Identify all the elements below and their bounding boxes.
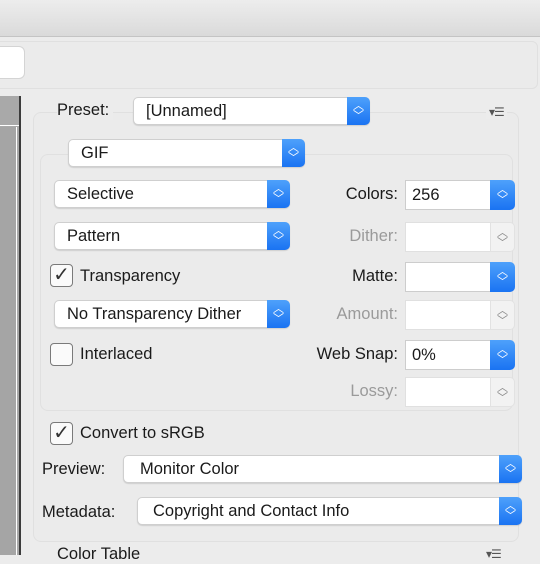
color-table-menu-icon[interactable]: ▾☰ bbox=[486, 547, 502, 561]
matte-stepper-icon[interactable]: ︿ ﹀ bbox=[490, 262, 515, 292]
convert-srgb-label: Convert to sRGB bbox=[80, 424, 205, 442]
title-bar bbox=[0, 0, 540, 37]
stepper-icon: ︿ ﹀ bbox=[267, 180, 290, 208]
metadata-dropdown[interactable]: Copyright and Contact Info ︿ ﹀ bbox=[137, 497, 522, 525]
preset-label: Preset: bbox=[57, 101, 114, 120]
lossy-stepper-icon: ︿ ﹀ bbox=[490, 377, 515, 407]
preview-dropdown[interactable]: Monitor Color ︿ ﹀ bbox=[123, 455, 522, 483]
dither-algorithm-dropdown[interactable]: Pattern ︿ ﹀ bbox=[54, 222, 290, 250]
top-panel bbox=[0, 41, 538, 89]
preset-value: [Unnamed] bbox=[146, 102, 227, 120]
preview-label: Preview: bbox=[42, 460, 106, 478]
stepper-icon: ︿ ﹀ bbox=[347, 97, 370, 125]
amount-label: Amount: bbox=[336, 305, 398, 323]
amount-field bbox=[405, 300, 491, 330]
dither-algorithm-value: Pattern bbox=[67, 227, 121, 245]
preset-dropdown[interactable]: [Unnamed] ︿ ﹀ bbox=[133, 97, 370, 125]
transparency-dither-value: No Transparency Dither bbox=[67, 305, 242, 323]
colors-field[interactable]: 256 bbox=[405, 180, 491, 210]
dither-stepper-icon: ︿ ﹀ bbox=[490, 222, 515, 252]
metadata-label: Metadata: bbox=[42, 503, 116, 521]
lossy-field bbox=[405, 377, 491, 407]
colors-stepper-icon[interactable]: ︿ ﹀ bbox=[490, 180, 515, 210]
stepper-icon: ︿ ﹀ bbox=[282, 139, 305, 167]
interlaced-checkbox[interactable] bbox=[50, 343, 73, 366]
stepper-icon: ︿ ﹀ bbox=[499, 497, 522, 525]
matte-label: Matte: bbox=[352, 267, 398, 285]
stepper-icon: ︿ ﹀ bbox=[499, 455, 522, 483]
stepper-icon: ︿ ﹀ bbox=[267, 222, 290, 250]
lossy-label: Lossy: bbox=[350, 382, 398, 400]
format-value: GIF bbox=[81, 144, 109, 162]
colors-value: 256 bbox=[412, 186, 440, 204]
transparency-label: Transparency bbox=[80, 267, 181, 285]
convert-srgb-checkbox[interactable]: ✓ bbox=[50, 422, 73, 445]
web-snap-field[interactable]: 0% bbox=[405, 340, 491, 370]
top-field[interactable] bbox=[0, 46, 25, 79]
transparency-dither-dropdown[interactable]: No Transparency Dither ︿ ﹀ bbox=[54, 300, 290, 328]
web-snap-value: 0% bbox=[412, 346, 436, 364]
transparency-checkbox[interactable]: ✓ bbox=[50, 264, 73, 287]
colors-label: Colors: bbox=[345, 185, 398, 203]
amount-stepper-icon: ︿ ﹀ bbox=[490, 300, 515, 330]
dither-field bbox=[405, 222, 491, 252]
web-snap-stepper-icon[interactable]: ︿ ﹀ bbox=[490, 340, 515, 370]
preview-value: Monitor Color bbox=[140, 460, 240, 478]
stepper-icon: ︿ ﹀ bbox=[267, 300, 290, 328]
dither-label: Dither: bbox=[349, 227, 398, 245]
metadata-value: Copyright and Contact Info bbox=[153, 502, 350, 520]
web-snap-label: Web Snap: bbox=[316, 345, 398, 363]
matte-field[interactable] bbox=[405, 262, 491, 292]
reduction-dropdown[interactable]: Selective ︿ ﹀ bbox=[54, 180, 290, 208]
preview-pane bbox=[0, 96, 21, 555]
interlaced-label: Interlaced bbox=[80, 345, 153, 363]
format-dropdown[interactable]: GIF ︿ ﹀ bbox=[68, 139, 305, 167]
reduction-value: Selective bbox=[67, 185, 134, 203]
panel-menu-icon[interactable]: ▾☰ bbox=[486, 105, 507, 119]
